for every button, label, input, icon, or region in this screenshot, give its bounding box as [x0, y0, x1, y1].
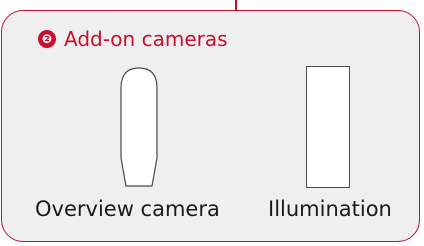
illumination-label: Illumination — [268, 197, 392, 221]
panel-title: ❷ Add-on cameras — [38, 27, 228, 51]
overview-camera-label: Overview camera — [35, 197, 220, 221]
panel-title-text: Add-on cameras — [64, 27, 228, 51]
addon-cameras-diagram: ❷ Add-on cameras Overview camera Illumin… — [0, 0, 424, 246]
number-badge: ❷ — [38, 30, 56, 48]
illumination-shape — [306, 66, 350, 188]
overview-camera-shape — [120, 67, 158, 187]
